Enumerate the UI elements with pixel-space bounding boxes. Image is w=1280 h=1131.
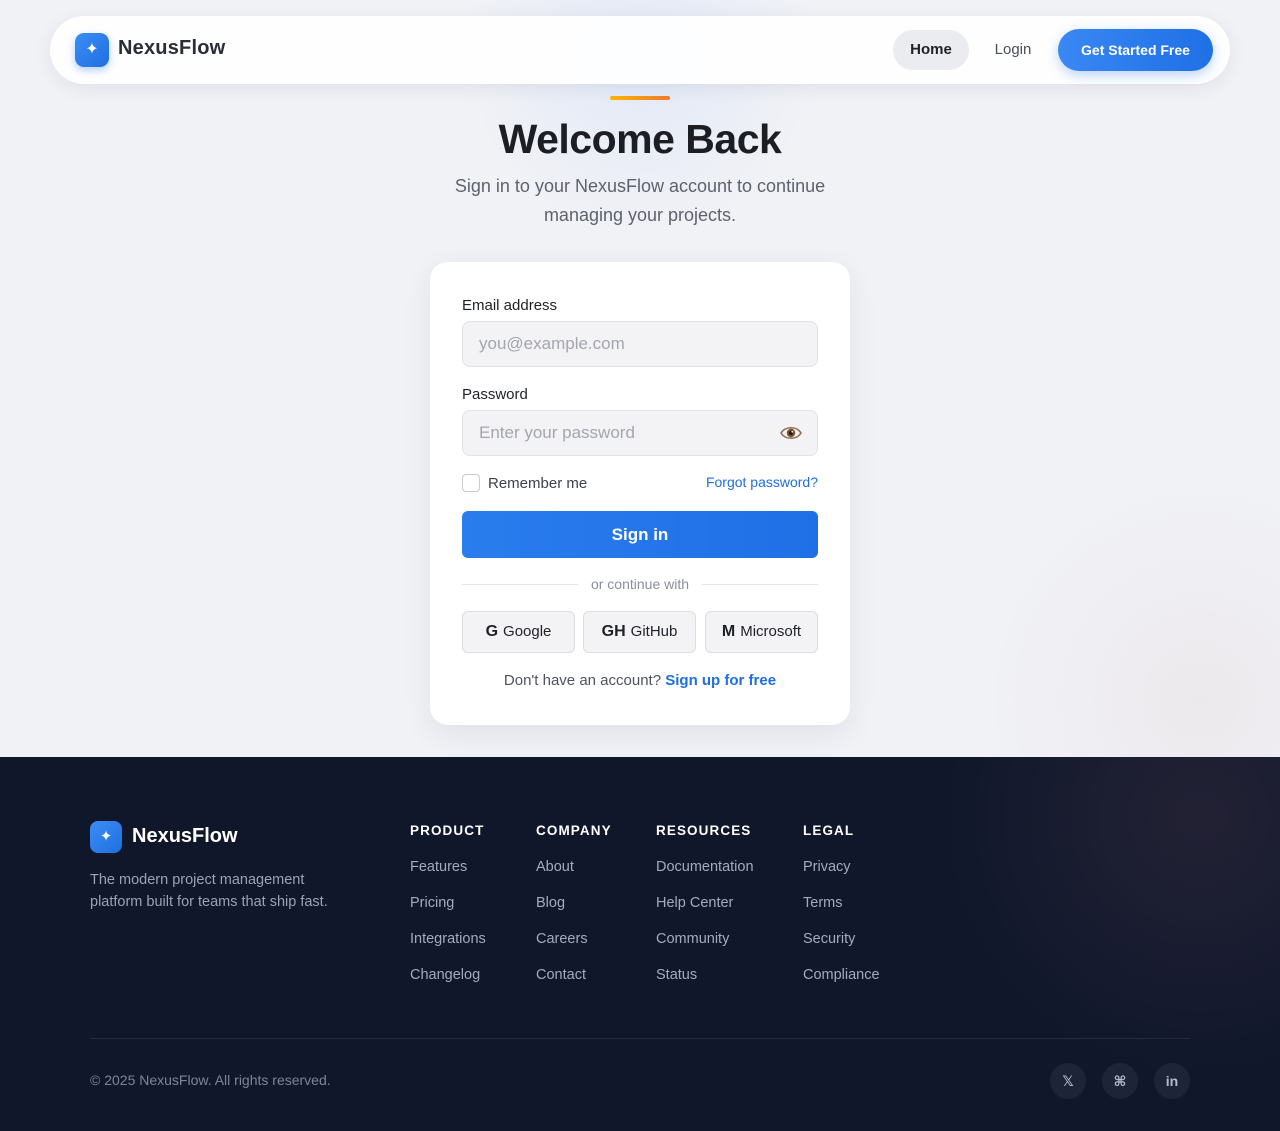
nav-home-link[interactable]: Home bbox=[893, 30, 969, 70]
brand-name[interactable]: NexusFlow bbox=[118, 37, 225, 60]
footer-heading: COMPANY bbox=[536, 823, 612, 838]
footer-link[interactable]: About bbox=[536, 859, 612, 895]
command-icon[interactable]: ⌘ bbox=[1102, 1063, 1138, 1099]
github-button[interactable]: GH GitHub bbox=[583, 611, 696, 653]
footer-link[interactable]: Careers bbox=[536, 931, 612, 967]
email-label: Email address bbox=[462, 297, 558, 314]
forgot-password-link[interactable]: Forgot password? bbox=[706, 474, 818, 490]
footer: ✦ NexusFlow The modern project managemen… bbox=[0, 757, 1280, 1131]
google-button[interactable]: G Google bbox=[462, 611, 575, 653]
password-placeholder: Enter your password bbox=[479, 423, 635, 442]
remember-label[interactable]: Remember me bbox=[488, 475, 587, 492]
signup-link[interactable]: Sign up for free bbox=[665, 672, 776, 689]
footer-link[interactable]: Terms bbox=[803, 895, 880, 931]
microsoft-label: Microsoft bbox=[740, 623, 802, 640]
divider-line-right bbox=[702, 584, 818, 585]
email-field[interactable]: you@example.com bbox=[462, 321, 818, 367]
password-field[interactable]: Enter your password bbox=[462, 410, 818, 456]
footer-link[interactable]: Blog bbox=[536, 895, 612, 931]
eye-icon[interactable] bbox=[779, 422, 803, 444]
page-subtitle: Sign in to your NexusFlow account to con… bbox=[454, 176, 826, 225]
footer-link[interactable]: Changelog bbox=[410, 967, 486, 1003]
navbar: ✦ NexusFlow Home Login Get Started Free bbox=[50, 16, 1230, 84]
x-icon[interactable]: 𝕏 bbox=[1050, 1063, 1086, 1099]
footer-heading: RESOURCES bbox=[656, 823, 752, 838]
footer-link[interactable]: Documentation bbox=[656, 859, 754, 895]
microsoft-icon: M bbox=[721, 623, 736, 640]
sign-in-button[interactable]: Sign in bbox=[462, 511, 818, 558]
footer-heading: PRODUCT bbox=[410, 823, 485, 838]
google-label: Google bbox=[503, 623, 552, 640]
footer-logo-icon[interactable]: ✦ bbox=[90, 821, 122, 853]
footer-link[interactable]: Pricing bbox=[410, 895, 486, 931]
footer-divider bbox=[90, 1038, 1190, 1039]
footer-column-company: COMPANY About Blog Careers Contact bbox=[536, 823, 612, 1003]
logo-icon[interactable]: ✦ bbox=[75, 33, 109, 67]
login-card: Email address you@example.com Password E… bbox=[430, 262, 850, 725]
footer-column-legal: LEGAL Privacy Terms Security Compliance bbox=[803, 823, 880, 1003]
get-started-button[interactable]: Get Started Free bbox=[1058, 29, 1213, 71]
signup-row: Don't have an account? Sign up for free bbox=[430, 672, 850, 689]
linkedin-icon[interactable]: in bbox=[1154, 1063, 1190, 1099]
footer-link[interactable]: Status bbox=[656, 967, 754, 1003]
footer-link[interactable]: Community bbox=[656, 931, 754, 967]
footer-link[interactable]: Compliance bbox=[803, 967, 880, 1003]
accent-bar bbox=[610, 96, 670, 100]
footer-column-resources: RESOURCES Documentation Help Center Comm… bbox=[656, 823, 754, 1003]
footer-heading: LEGAL bbox=[803, 823, 855, 838]
github-label: GitHub bbox=[630, 623, 678, 640]
footer-link[interactable]: Help Center bbox=[656, 895, 754, 931]
google-icon: G bbox=[485, 623, 499, 640]
github-icon: GH bbox=[601, 623, 626, 640]
signup-prompt: Don't have an account? bbox=[503, 672, 662, 689]
footer-link[interactable]: Security bbox=[803, 931, 880, 967]
footer-link[interactable]: Features bbox=[410, 859, 486, 895]
copyright-text: © 2025 NexusFlow. All rights reserved. bbox=[90, 1072, 331, 1088]
remember-checkbox[interactable] bbox=[462, 474, 480, 492]
hero-section: ✦ NexusFlow Home Login Get Started Free … bbox=[0, 0, 1280, 757]
footer-brand-name[interactable]: NexusFlow bbox=[132, 825, 238, 848]
footer-link[interactable]: Contact bbox=[536, 967, 612, 1003]
footer-link[interactable]: Integrations bbox=[410, 931, 486, 967]
password-label: Password bbox=[462, 386, 528, 403]
microsoft-button[interactable]: M Microsoft bbox=[705, 611, 818, 653]
footer-link[interactable]: Privacy bbox=[803, 859, 880, 895]
footer-column-product: PRODUCT Features Pricing Integrations Ch… bbox=[410, 823, 486, 1003]
nav-login-link[interactable]: Login bbox=[980, 30, 1046, 70]
page-title: Welcome Back bbox=[498, 116, 782, 162]
footer-tagline: The modern project management platform b… bbox=[90, 872, 328, 910]
